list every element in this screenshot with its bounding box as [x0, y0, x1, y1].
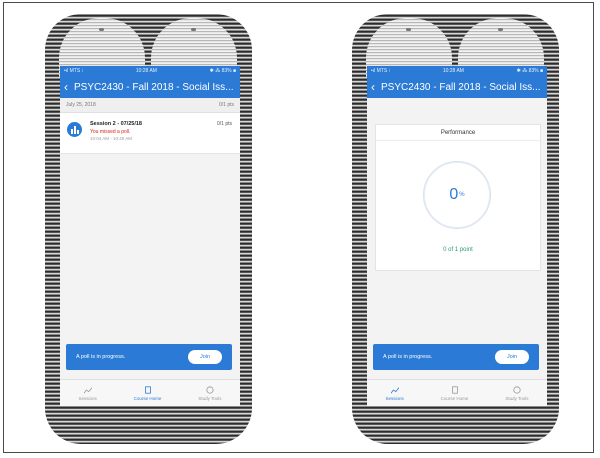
- carrier: •ıl MTS ⁝: [371, 68, 391, 74]
- ring-inner: 0%: [424, 162, 490, 228]
- poll-chart-icon: [67, 122, 82, 137]
- back-icon[interactable]: ‹: [371, 80, 375, 94]
- status-bar: •ıl MTS ⁝ 10:28 AM ✱ ⁂ 83% ■: [60, 66, 240, 76]
- tab-label: Course Home: [133, 395, 162, 401]
- chart-bar: [70, 129, 73, 134]
- poll-message: A poll is in progress.: [76, 354, 126, 360]
- battery: ✱ ⁂ 83% ■: [209, 68, 236, 74]
- phone-right: •ıl MTS ⁝ 10:28 AM ✱ ⁂ 83% ■ ‹ PSYC2430 …: [352, 14, 559, 444]
- date-score: 0/1 pts: [218, 102, 234, 108]
- tab-bar: Sessions Course Home Study Tools: [60, 379, 240, 406]
- clock: 10:28 AM: [135, 68, 157, 74]
- tab-label: Study Tools: [505, 395, 529, 401]
- battery: ✱ ⁂ 83% ■: [516, 68, 543, 74]
- nav-bar: ‹ PSYC2430 - Fall 2018 - Social Iss...: [60, 76, 240, 98]
- camera-dot: [406, 28, 411, 31]
- join-button[interactable]: Join: [495, 350, 529, 364]
- percent-unit: %: [459, 192, 465, 198]
- session-points: 0/1 pts: [216, 121, 232, 127]
- performance-percent: 0: [449, 186, 459, 203]
- tab-label: Study Tools: [198, 395, 222, 401]
- date-row: July 25, 2018 0/1 pts: [60, 98, 240, 113]
- status-bar: •ıl MTS ⁝ 10:28 AM ✱ ⁂ 83% ■: [367, 66, 547, 76]
- camera-dot: [498, 28, 503, 31]
- poll-banner: A poll is in progress. Join: [373, 344, 539, 370]
- trend-icon: [83, 386, 92, 393]
- session-date: July 25, 2018: [66, 102, 96, 108]
- tab-label: Sessions: [385, 395, 404, 401]
- tab-study-tools[interactable]: Study Tools: [505, 385, 529, 401]
- book-icon: [144, 385, 151, 394]
- performance-card: Performance 0% 0 of 1 point: [375, 124, 541, 271]
- tab-course-home[interactable]: Course Home: [440, 385, 469, 401]
- tab-sessions[interactable]: Sessions: [385, 386, 404, 401]
- camera-dot: [99, 28, 104, 31]
- poll-banner: A poll is in progress. Join: [66, 344, 232, 370]
- trend-icon: [390, 386, 399, 393]
- clock: 10:28 AM: [442, 68, 464, 74]
- tab-course-home[interactable]: Course Home: [133, 385, 162, 401]
- screen: •ıl MTS ⁝ 10:28 AM ✱ ⁂ 83% ■ ‹ PSYC2430 …: [367, 66, 547, 406]
- session-item[interactable]: Session 2 - 07/25/18 0/1 pts You missed …: [60, 113, 240, 154]
- study-icon: [513, 385, 521, 394]
- camera-dot: [191, 28, 196, 31]
- study-icon: [206, 385, 214, 394]
- chart-bar: [73, 126, 76, 134]
- tab-sessions[interactable]: Sessions: [78, 386, 97, 401]
- tab-label: Sessions: [78, 395, 97, 401]
- performance-ring: 0%: [423, 161, 491, 229]
- nav-bar: ‹ PSYC2430 - Fall 2018 - Social Iss...: [367, 76, 547, 98]
- phone-left: •ıl MTS ⁝ 10:28 AM ✱ ⁂ 83% ■ ‹ PSYC2430 …: [45, 14, 252, 444]
- session-name: Session 2 - 07/25/18: [90, 121, 142, 127]
- performance-title: Performance: [376, 125, 540, 141]
- poll-message: A poll is in progress.: [383, 354, 433, 360]
- page-title: PSYC2430 - Fall 2018 - Social Iss...: [381, 81, 541, 93]
- chart-bar: [76, 130, 79, 134]
- back-icon[interactable]: ‹: [64, 80, 68, 94]
- tab-bar: Sessions Course Home Study Tools: [367, 379, 547, 406]
- points-summary: 0 of 1 point: [443, 247, 473, 253]
- missed-poll-text: You missed a poll.: [90, 129, 131, 135]
- join-button[interactable]: Join: [188, 350, 222, 364]
- tab-study-tools[interactable]: Study Tools: [198, 385, 222, 401]
- carrier: •ıl MTS ⁝: [64, 68, 84, 74]
- book-icon: [451, 385, 458, 394]
- tab-label: Course Home: [440, 395, 469, 401]
- session-time: 10:04 AM - 10:40 AM: [90, 136, 133, 141]
- page-title: PSYC2430 - Fall 2018 - Social Iss...: [74, 81, 234, 93]
- screen: •ıl MTS ⁝ 10:28 AM ✱ ⁂ 83% ■ ‹ PSYC2430 …: [60, 66, 240, 406]
